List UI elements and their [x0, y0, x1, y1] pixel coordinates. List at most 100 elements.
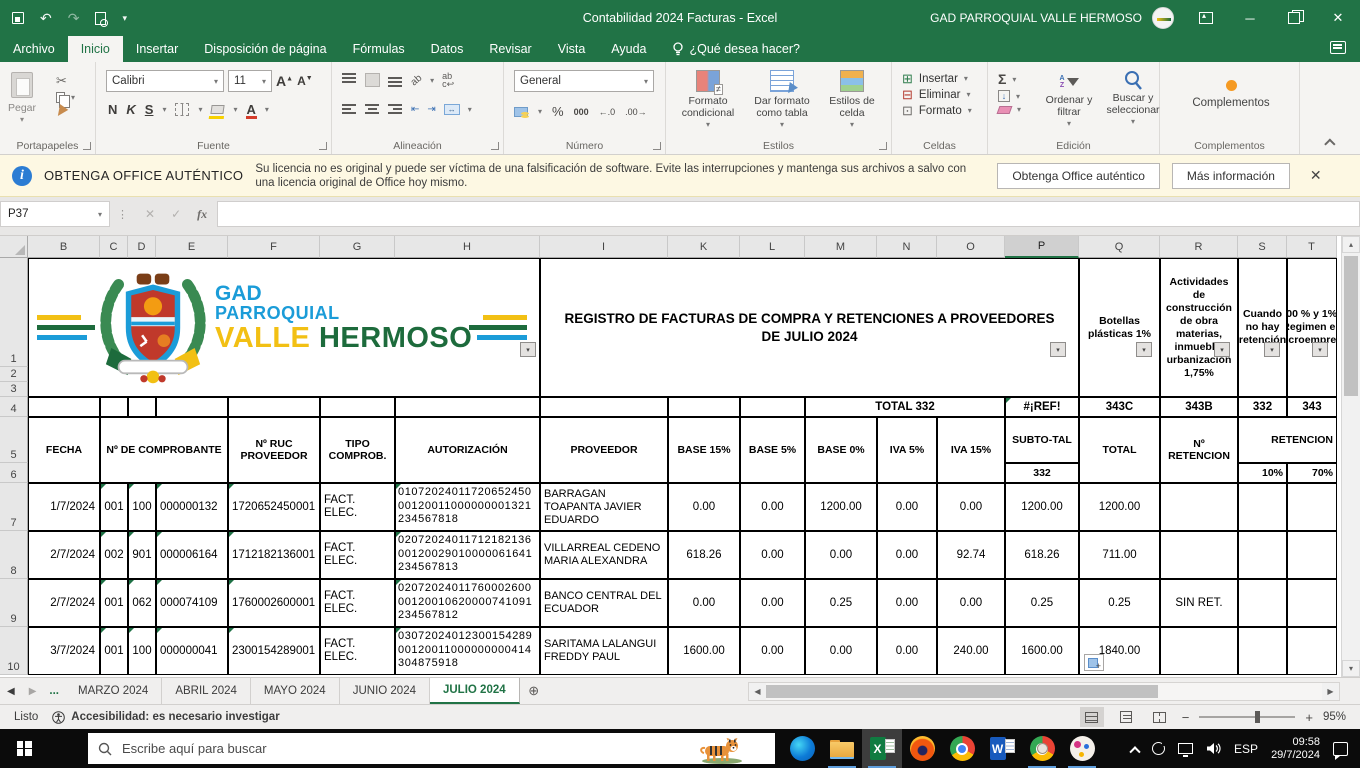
filter-dropdown-title[interactable]: ▾: [1050, 342, 1066, 357]
filter-dropdown-t[interactable]: ▾: [1312, 342, 1328, 357]
tab-ayuda[interactable]: Ayuda: [598, 36, 659, 62]
header-base5[interactable]: BASE 5%: [740, 417, 805, 483]
copy-dropdown-icon[interactable]: ▾: [71, 93, 75, 102]
cell-F7[interactable]: 1720652450001: [228, 483, 320, 531]
column-header-E[interactable]: E: [156, 236, 228, 258]
cell-C9[interactable]: 001: [100, 579, 128, 627]
header-ret10[interactable]: 10%: [1238, 463, 1287, 483]
scroll-left-icon[interactable]: ◀: [749, 683, 766, 700]
cell-B8[interactable]: 2/7/2024: [28, 531, 100, 579]
align-middle-icon[interactable]: [365, 73, 380, 87]
header-regimen-microempresa[interactable]: 100 % y 1%.- Regimen en microempresa: [1287, 258, 1337, 397]
cell-L9[interactable]: 0.00: [740, 579, 805, 627]
column-header-C[interactable]: C: [100, 236, 128, 258]
cell-ref-error[interactable]: #¡REF!: [1005, 397, 1079, 417]
cell-code-343[interactable]: 343: [1287, 397, 1337, 417]
cell-S10[interactable]: [1238, 627, 1287, 675]
cell-code-343c[interactable]: 343C: [1079, 397, 1160, 417]
cell-R7[interactable]: [1160, 483, 1238, 531]
page-break-view-button[interactable]: [1148, 707, 1172, 727]
cell-P9[interactable]: 0.25: [1005, 579, 1079, 627]
tabs-overflow-button[interactable]: ...: [43, 678, 65, 704]
cell-D10[interactable]: 100: [128, 627, 156, 675]
sheet-tab-julio[interactable]: JULIO 2024: [430, 678, 520, 704]
borders-icon[interactable]: [175, 103, 189, 116]
close-button[interactable]: ✕: [1316, 0, 1360, 36]
zoom-slider-thumb[interactable]: [1255, 711, 1260, 723]
underline-dropdown-icon[interactable]: ▾: [162, 105, 166, 114]
row-header-7[interactable]: 7: [0, 483, 28, 531]
cell-I9[interactable]: BANCO CENTRAL DEL ECUADOR: [540, 579, 668, 627]
cell-G8[interactable]: FACT. ELEC.: [320, 531, 395, 579]
row-header-4[interactable]: 4: [0, 397, 28, 417]
filter-dropdown-s[interactable]: ▾: [1264, 342, 1280, 357]
cell-F4[interactable]: [228, 397, 320, 417]
underline-button[interactable]: S: [145, 102, 154, 117]
copy-icon[interactable]: [56, 92, 65, 103]
cell-styles-button[interactable]: Estilos de celda ▾: [820, 64, 884, 144]
cell-M9[interactable]: 0.25: [805, 579, 877, 627]
taskbar-chrome-profile[interactable]: [1022, 729, 1062, 768]
header-subtotal[interactable]: SUBTO-TAL: [1005, 417, 1079, 463]
cell-code-343b[interactable]: 343B: [1160, 397, 1238, 417]
font-size-combo[interactable]: 11▾: [228, 70, 272, 92]
header-sin-retencion[interactable]: Cuando no hay retención: [1238, 258, 1287, 397]
cell-code-332[interactable]: 332: [1238, 397, 1287, 417]
merge-center-icon[interactable]: ↔: [444, 104, 460, 115]
cell-Q7[interactable]: 1200.00: [1079, 483, 1160, 531]
cell-K4[interactable]: [668, 397, 740, 417]
zoom-slider[interactable]: [1199, 716, 1295, 718]
tab-inicio[interactable]: Inicio: [68, 36, 123, 62]
collapse-ribbon-icon[interactable]: [1324, 138, 1335, 149]
cell-T8[interactable]: [1287, 531, 1337, 579]
cell-F10[interactable]: 2300154289001: [228, 627, 320, 675]
volume-icon[interactable]: [1206, 742, 1221, 755]
tabs-scroll-left-icon[interactable]: ◀: [0, 678, 22, 704]
conditional-formatting-button[interactable]: Formato condicional ▾: [672, 64, 744, 144]
sort-filter-button[interactable]: AZ Ordenar y filtrar ▾: [1040, 64, 1098, 144]
cell-G9[interactable]: FACT. ELEC.: [320, 579, 395, 627]
cell-L7[interactable]: 0.00: [740, 483, 805, 531]
align-center-icon[interactable]: [365, 102, 380, 116]
header-base0[interactable]: BASE 0%: [805, 417, 877, 483]
cell-E9[interactable]: 000074109: [156, 579, 228, 627]
cell-P8[interactable]: 618.26: [1005, 531, 1079, 579]
cancel-entry-icon[interactable]: ✕: [145, 207, 155, 221]
tray-expand-icon[interactable]: [1131, 745, 1139, 753]
filter-dropdown-logo[interactable]: ▾: [520, 342, 536, 357]
header-tipo-comprobante[interactable]: TIPO COMPROB.: [320, 417, 395, 483]
cell-M8[interactable]: 0.00: [805, 531, 877, 579]
column-header-F[interactable]: F: [228, 236, 320, 258]
format-as-table-button[interactable]: Dar formato como tabla ▾: [744, 64, 820, 144]
cell-N9[interactable]: 0.00: [877, 579, 937, 627]
cell-E4[interactable]: [156, 397, 228, 417]
paste-button[interactable]: Pegar ▾: [8, 66, 36, 146]
header-iva15[interactable]: IVA 15%: [937, 417, 1005, 483]
cell-P7[interactable]: 1200.00: [1005, 483, 1079, 531]
column-header-D[interactable]: D: [128, 236, 156, 258]
tab-insertar[interactable]: Insertar: [123, 36, 191, 62]
cell-R9[interactable]: SIN RET.: [1160, 579, 1238, 627]
cell-Q8[interactable]: 711.00: [1079, 531, 1160, 579]
header-iva5[interactable]: IVA 5%: [877, 417, 937, 483]
cell-D9[interactable]: 062: [128, 579, 156, 627]
bold-button[interactable]: N: [108, 102, 117, 117]
alignment-dialog-launcher[interactable]: [491, 142, 499, 150]
cell-H8[interactable]: 0207202401171218213600120029010000061641…: [395, 531, 540, 579]
start-button[interactable]: [0, 729, 48, 768]
italic-button[interactable]: K: [126, 102, 135, 117]
taskbar-excel[interactable]: X: [862, 729, 902, 768]
confirm-entry-icon[interactable]: ✓: [171, 207, 181, 221]
cell-B9[interactable]: 2/7/2024: [28, 579, 100, 627]
cell-G10[interactable]: FACT. ELEC.: [320, 627, 395, 675]
increase-indent-icon[interactable]: ⇥: [427, 104, 435, 115]
insert-cells-button[interactable]: ⊞Insertar▾: [902, 72, 972, 85]
number-format-combo[interactable]: General▾: [514, 70, 654, 92]
horizontal-scroll-thumb[interactable]: [766, 685, 1158, 698]
cell-O7[interactable]: 0.00: [937, 483, 1005, 531]
find-select-button[interactable]: Buscar y seleccionar ▾: [1098, 64, 1168, 144]
name-box-splitter[interactable]: ⋮: [110, 208, 135, 221]
zoom-out-button[interactable]: −: [1182, 710, 1190, 725]
font-dialog-launcher[interactable]: [319, 142, 327, 150]
taskbar-edge[interactable]: [782, 729, 822, 768]
